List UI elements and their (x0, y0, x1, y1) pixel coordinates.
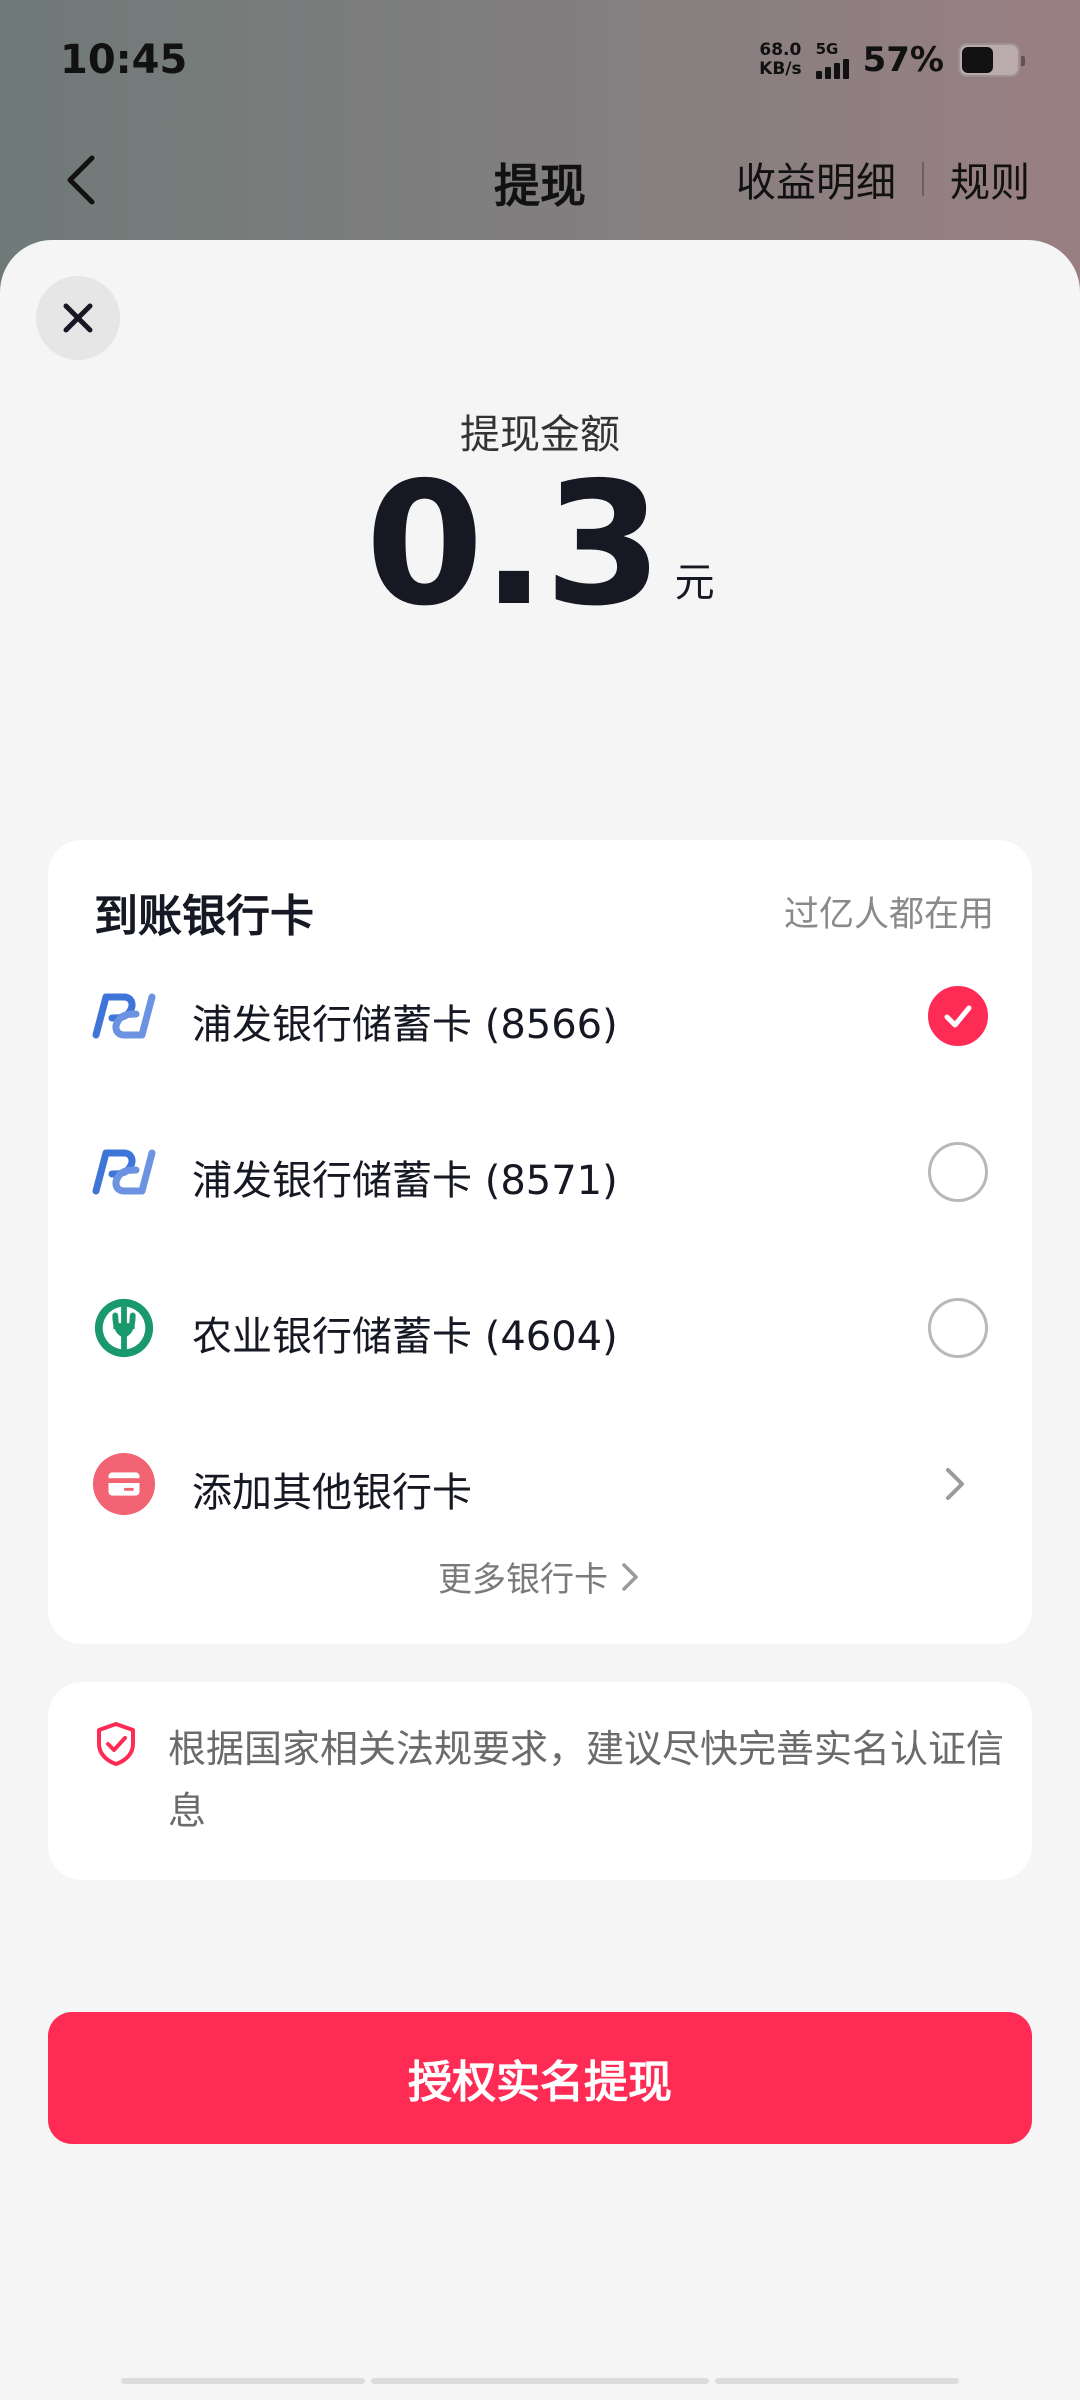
signal-label: 5G (815, 39, 839, 58)
close-icon (63, 303, 93, 333)
network-speed-unit: KB/s (759, 59, 802, 79)
network-speed-value: 68.0 (759, 40, 802, 60)
battery-fill (962, 47, 993, 73)
notice-text: 根据国家相关法规要求，建议尽快完善实名认证信息 (168, 1727, 1005, 1833)
battery-icon (958, 43, 1025, 77)
spdb-bank-icon (92, 1140, 156, 1204)
card-icon (92, 1452, 156, 1516)
close-button[interactable] (36, 276, 120, 360)
withdraw-sheet: 提现金额 0.3 元 到账银行卡 过亿人都在用 浦发银行储蓄卡 (8566) 浦… (0, 240, 1080, 2400)
bank-card-name: 农业银行储蓄卡 (4604) (192, 1314, 618, 1360)
nav-divider (922, 162, 924, 196)
amount-unit: 元 (674, 560, 715, 606)
home-indicator (0, 2378, 1080, 2384)
spdb-bank-icon (92, 984, 156, 1048)
add-bank-card-label: 添加其他银行卡 (192, 1470, 472, 1516)
nav-bar: 提现 收益明细 规则 (0, 120, 1080, 240)
add-bank-card-row[interactable]: 添加其他银行卡 (48, 1424, 1032, 1544)
bank-card-radio[interactable] (928, 1142, 988, 1202)
network-speed: 68.0 KB/s (759, 41, 801, 79)
check-icon (944, 1005, 972, 1028)
battery-percent: 57% (862, 40, 944, 80)
bank-card-radio-selected[interactable] (928, 986, 988, 1046)
abc-bank-icon (92, 1296, 156, 1360)
status-indicators: 68.0 KB/s 5G 57% (759, 39, 1025, 80)
bank-panel-subtitle: 过亿人都在用 (783, 895, 994, 935)
nav-actions: 收益明细 规则 (736, 150, 1030, 208)
amount-display: 0.3 元 (0, 460, 1080, 630)
shield-check-icon (97, 1722, 135, 1766)
bank-card-panel: 到账银行卡 过亿人都在用 浦发银行储蓄卡 (8566) 浦发银行储蓄卡 (857… (48, 840, 1032, 1644)
more-bank-cards-label: 更多银行卡 (438, 1560, 608, 1600)
status-bar: 10:45 68.0 KB/s 5G 57% (0, 0, 1080, 120)
rules-link[interactable]: 规则 (950, 150, 1030, 208)
amount-value: 0.3 (365, 446, 662, 644)
authorize-withdraw-button[interactable]: 授权实名提现 (48, 2012, 1032, 2144)
bank-card-name: 浦发银行储蓄卡 (8566) (192, 1002, 618, 1048)
bank-card-row[interactable]: 农业银行储蓄卡 (4604) (48, 1268, 1032, 1388)
real-name-notice: 根据国家相关法规要求，建议尽快完善实名认证信息 (48, 1682, 1032, 1880)
status-time: 10:45 (60, 37, 188, 83)
chevron-right-icon (622, 1562, 638, 1591)
earnings-detail-link[interactable]: 收益明细 (736, 150, 896, 208)
withdraw-screen: 10:45 68.0 KB/s 5G 57% 提现 收益明细 规则 提现金额 0… (0, 0, 1080, 2400)
chevron-right-icon (946, 1468, 964, 1500)
bank-card-name: 浦发银行储蓄卡 (8571) (192, 1158, 618, 1204)
more-bank-cards-link[interactable]: 更多银行卡 (48, 1552, 1032, 1601)
signal-icon: 5G (815, 39, 849, 79)
bank-card-row[interactable]: 浦发银行储蓄卡 (8566) (48, 956, 1032, 1076)
bank-card-radio[interactable] (928, 1298, 988, 1358)
bank-panel-title: 到账银行卡 (94, 891, 314, 942)
bank-card-row[interactable]: 浦发银行储蓄卡 (8571) (48, 1112, 1032, 1232)
signal-bars (815, 57, 849, 79)
